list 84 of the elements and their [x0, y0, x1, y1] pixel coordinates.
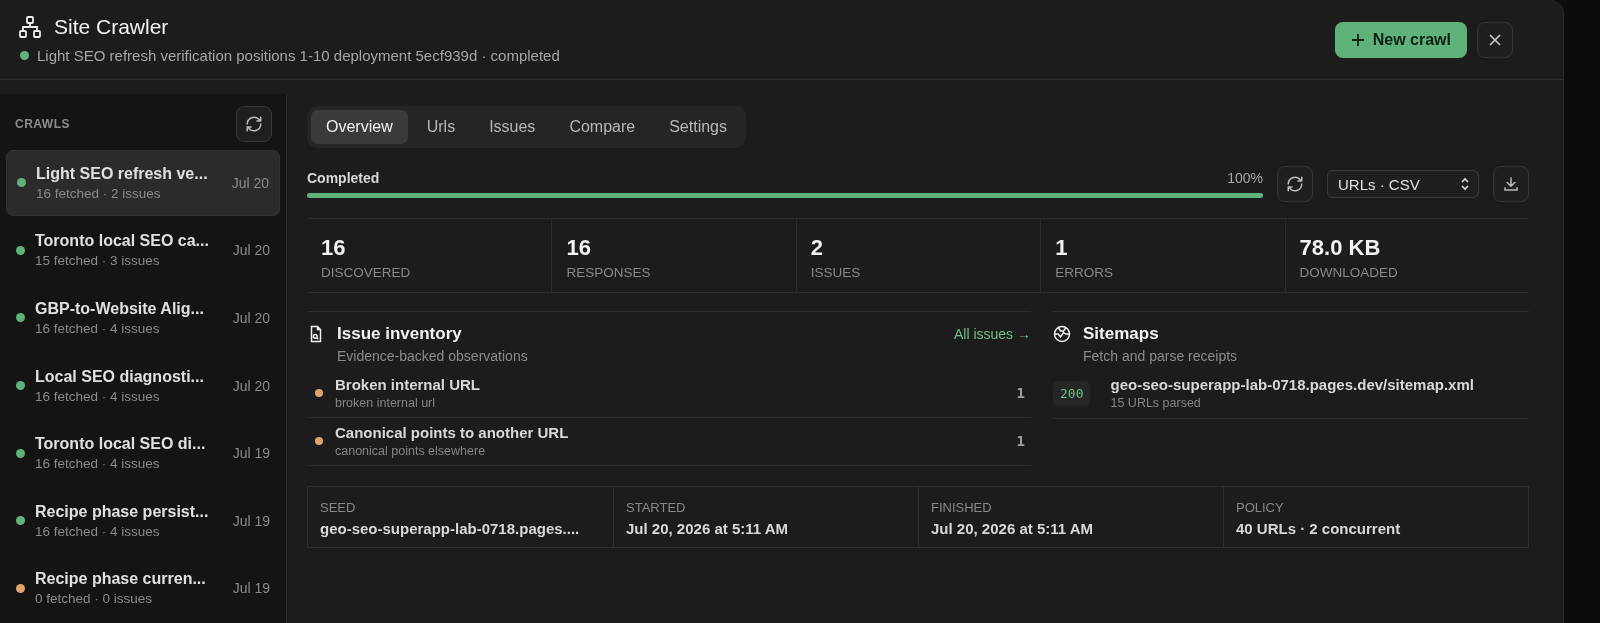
crawl-list-item[interactable]: GBP-to-Website Alig... 16 fetched · 4 issues Jul 20 — [6, 285, 280, 351]
crawl-meta: 15 fetched · 3 issues — [35, 253, 161, 269]
detail-value: geo-seo-superapp-lab-0718.pages.... — [320, 520, 581, 537]
tab[interactable]: Compare — [554, 110, 651, 144]
crawl-date: Jul 20 — [232, 242, 270, 259]
detail-value: Jul 20, 2026 at 5:11 AM — [626, 520, 790, 537]
detail-label: SEED — [320, 500, 357, 515]
tab[interactable]: Overview — [311, 110, 408, 144]
stat-value: 78.0 KB — [1299, 235, 1382, 261]
crawl-date: Jul 19 — [232, 445, 270, 462]
crawl-list-item[interactable]: Toronto local SEO di... 16 fetched · 4 issues Jul 19 — [6, 420, 280, 486]
refresh-icon — [1286, 175, 1304, 193]
crawl-list-item[interactable]: Recipe phase curren... 0 fetched · 0 issues Jul 19 — [6, 555, 280, 621]
panel-title: Sitemaps — [1083, 324, 1159, 344]
sitemap-summary: 15 URLs parsed — [1110, 396, 1202, 410]
refresh-button[interactable] — [236, 106, 272, 142]
export-select[interactable]: URLs · CSV — [1327, 170, 1479, 198]
issue-count: 1 — [1016, 385, 1025, 401]
crawl-date: Jul 19 — [232, 580, 270, 597]
new-crawl-button[interactable]: New crawl — [1334, 21, 1467, 58]
stat-value: 16 — [321, 235, 347, 261]
stat-label: RESPONSES — [566, 265, 652, 280]
download-button[interactable] — [1493, 166, 1529, 202]
crawl-list-item[interactable]: Recipe phase persist... 16 fetched · 4 issues Jul 19 — [6, 487, 280, 554]
issue-subtitle: broken internal url — [335, 396, 437, 410]
crawl-name: Toronto local SEO ca... — [35, 232, 210, 251]
panel-subtitle: Fetch and parse receipts — [1083, 348, 1239, 364]
crawl-name: Local SEO diagnosti... — [35, 367, 205, 386]
issue-subtitle: canonical points elsewhere — [335, 444, 487, 458]
stat-label: ERRORS — [1055, 265, 1114, 280]
detail-value: Jul 20, 2026 at 5:11 AM — [931, 520, 1095, 537]
crawl-date: Jul 19 — [232, 512, 270, 529]
close-icon — [1488, 32, 1502, 47]
app-title: Site Crawler — [54, 15, 169, 39]
detail-label: FINISHED — [931, 500, 993, 515]
globe-icon — [1053, 325, 1071, 343]
download-icon — [1502, 175, 1520, 193]
sitemap-url: geo-seo-superapp-lab-0718.pages.dev/sitemap.xml — [1110, 376, 1475, 393]
refresh-icon — [245, 115, 263, 133]
stat-value: 16 — [566, 235, 592, 261]
sidebar-heading: CRAWLS — [15, 117, 70, 131]
crawl-name: Recipe phase persist... — [35, 502, 210, 521]
stat-label: DOWNLOADED — [1299, 265, 1399, 280]
panel-title: Issue inventory — [337, 324, 462, 344]
stat-value: 2 — [810, 235, 825, 261]
crawl-name: Recipe phase curren... — [35, 570, 207, 589]
stat-label: DISCOVERED — [321, 265, 412, 280]
detail-label: STARTED — [626, 500, 687, 515]
crawl-date: Jul 20 — [232, 309, 270, 326]
refresh-button[interactable] — [1277, 166, 1313, 202]
issue-title: Broken internal URL — [335, 376, 482, 393]
crawl-meta: 16 fetched · 2 issues — [36, 185, 162, 201]
crawl-meta: 0 fetched · 0 issues — [35, 591, 154, 607]
close-button[interactable] — [1477, 21, 1513, 58]
stat-label: ISSUES — [810, 265, 862, 280]
crawl-name: Light SEO refresh ve... — [36, 164, 209, 183]
crawl-list-item[interactable]: Local SEO diagnosti... 16 fetched · 4 issues Jul 20 — [6, 352, 280, 419]
progress-percent: 100% — [1227, 170, 1263, 186]
crawl-name: GBP-to-Website Alig... — [35, 299, 205, 318]
crawl-list-item[interactable]: Light SEO refresh ve... 16 fetched · 2 issues Jul 20 — [6, 150, 280, 216]
tab[interactable]: Issues — [474, 110, 551, 144]
issue-title: Canonical points to another URL — [335, 424, 570, 441]
progress-label: Completed — [307, 170, 380, 186]
plus-icon — [1350, 32, 1365, 47]
crawl-list-item[interactable]: Toronto local SEO ca... 15 fetched · 3 issues Jul 20 — [6, 217, 280, 284]
crawl-meta: 16 fetched · 4 issues — [35, 523, 161, 539]
issue-count: 1 — [1016, 433, 1025, 449]
crawl-date: Jul 20 — [231, 174, 269, 191]
stat-value: 1 — [1055, 235, 1069, 261]
detail-label: POLICY — [1236, 500, 1285, 515]
panel-subtitle: Evidence-backed observations — [337, 348, 529, 364]
crawl-subtitle: Light SEO refresh verification positions 1-10 deployment 5ecf939d · completed — [37, 47, 560, 64]
crawl-meta: 16 fetched · 4 issues — [35, 456, 161, 472]
chevron-icon — [1460, 177, 1470, 191]
all-issues-link[interactable]: All issues → — [953, 326, 1031, 342]
crawl-date: Jul 20 — [232, 377, 270, 394]
status-code: 200 — [1053, 380, 1091, 406]
detail-value: 40 URLs · 2 concurrent — [1236, 520, 1402, 537]
tab[interactable]: Urls — [411, 110, 471, 144]
crawl-meta: 16 fetched · 4 issues — [35, 388, 161, 404]
crawl-name: Toronto local SEO di... — [35, 435, 207, 454]
crawl-meta: 16 fetched · 4 issues — [35, 320, 161, 336]
sitemap-icon — [18, 15, 42, 39]
tab[interactable]: Settings — [654, 110, 742, 144]
